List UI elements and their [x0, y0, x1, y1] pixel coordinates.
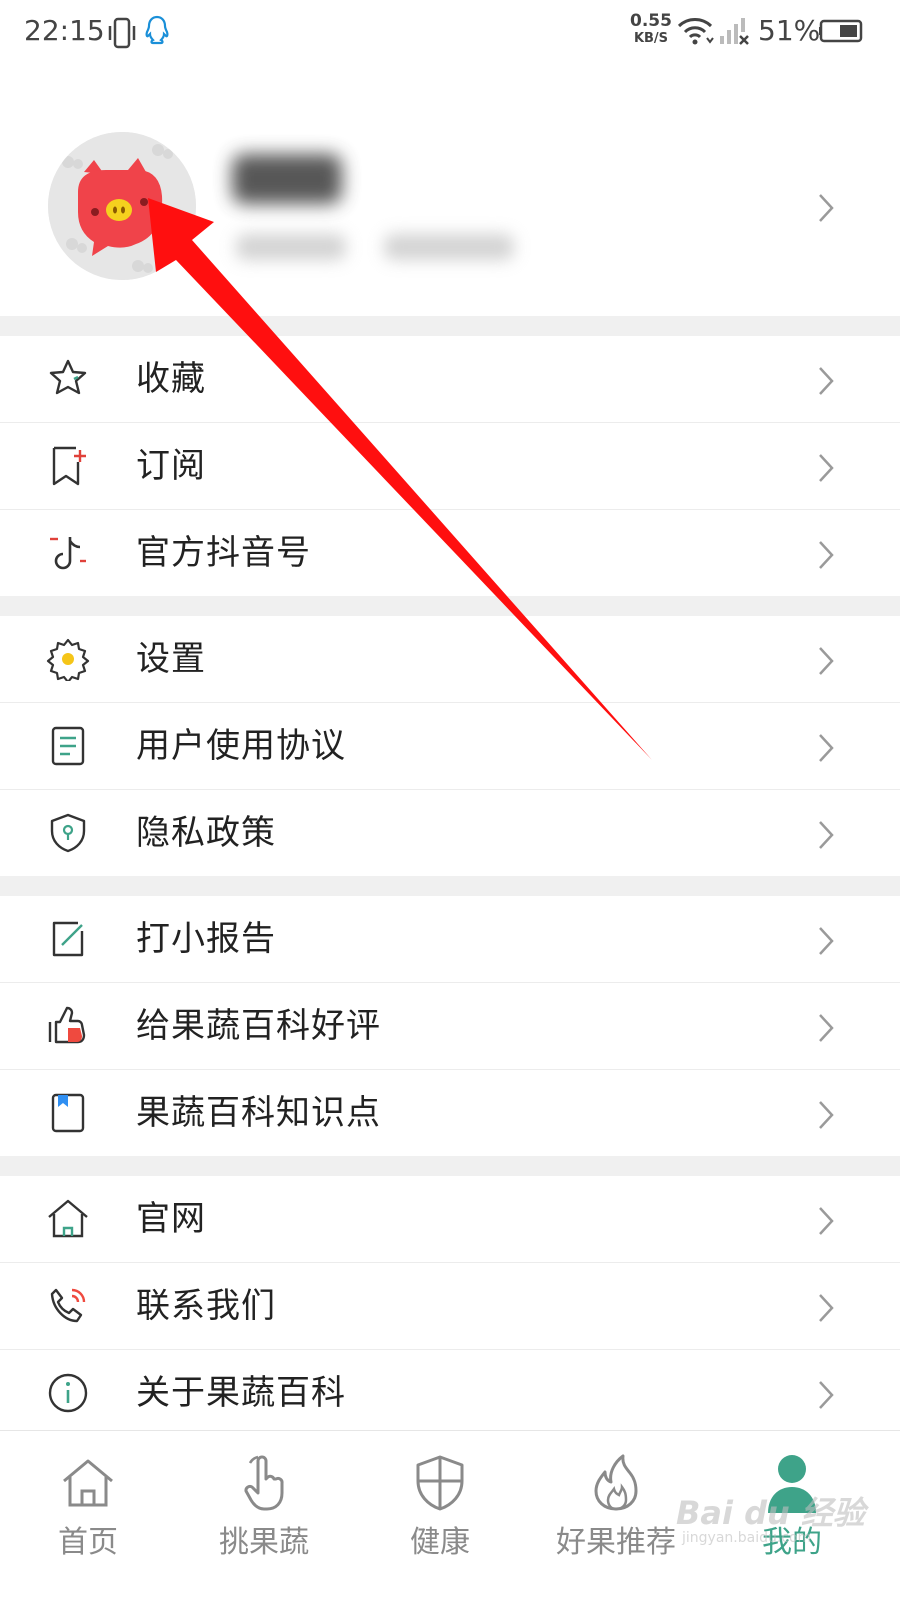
tab-recommendations[interactable]: 好果推荐: [528, 1431, 704, 1601]
bottom-tab-bar: 首页 挑果蔬 健康 好果推荐 我的: [0, 1430, 900, 1601]
chevron-right-icon: [816, 539, 836, 575]
tab-label: 健康: [410, 1525, 470, 1560]
menu-item-user-agreement[interactable]: 用户使用协议: [0, 703, 900, 790]
menu-item-label: 关于果蔬百科: [136, 1373, 346, 1413]
tab-pick-produce[interactable]: 挑果蔬: [176, 1431, 352, 1601]
group-separator: [0, 316, 900, 336]
menu-item-label: 给果蔬百科好评: [136, 1006, 381, 1046]
chevron-right-icon: [816, 365, 836, 401]
profile-header[interactable]: [0, 66, 900, 316]
douyin-icon: [46, 531, 90, 575]
tab-label: 好果推荐: [556, 1525, 676, 1560]
home-icon: [58, 1453, 118, 1513]
chevron-right-icon: [816, 645, 836, 681]
chevron-right-icon: [816, 1099, 836, 1135]
tab-label: 首页: [58, 1525, 118, 1560]
tab-mine[interactable]: 我的: [704, 1431, 880, 1601]
menu-item-privacy-policy[interactable]: 隐私政策: [0, 790, 900, 876]
wifi-icon: [676, 16, 714, 50]
menu-item-label: 设置: [136, 639, 206, 679]
hand-pointer-icon: [234, 1453, 294, 1513]
group-separator: [0, 596, 900, 616]
menu-item-label: 隐私政策: [136, 813, 276, 853]
battery-icon: [818, 19, 864, 47]
net-speed-value: 0.55: [630, 11, 672, 31]
pig-avatar-icon: [48, 132, 196, 280]
menu-item-knowledge[interactable]: 果蔬百科知识点: [0, 1070, 900, 1156]
menu-item-douyin[interactable]: 官方抖音号: [0, 510, 900, 596]
phone-icon: [46, 1284, 90, 1328]
tab-health[interactable]: 健康: [352, 1431, 528, 1601]
chevron-right-icon: [816, 1012, 836, 1048]
chevron-right-icon: [816, 452, 836, 488]
status-time: 22:15: [24, 14, 105, 47]
profile-info-blurred: [236, 234, 346, 260]
chevron-right-icon: [816, 732, 836, 768]
avatar[interactable]: [48, 132, 196, 280]
menu-item-settings[interactable]: 设置: [0, 616, 900, 703]
chevron-right-icon: [816, 1205, 836, 1241]
subscribe-icon: [46, 444, 90, 488]
home-icon: [46, 1197, 90, 1241]
shield-icon: [46, 811, 90, 855]
tab-label: 我的: [762, 1525, 822, 1560]
menu-item-label: 打小报告: [136, 919, 276, 959]
chevron-right-icon: [816, 192, 836, 228]
gear-icon: [46, 637, 90, 684]
signal-icon: [718, 16, 752, 50]
thumbs-up-icon: [46, 1004, 90, 1048]
menu-item-report[interactable]: 打小报告: [0, 896, 900, 983]
menu-item-website[interactable]: 官网: [0, 1176, 900, 1263]
menu-item-label: 联系我们: [136, 1286, 276, 1326]
chevron-right-icon: [816, 819, 836, 855]
menu-item-label: 订阅: [136, 446, 206, 486]
menu-item-subscribe[interactable]: 订阅: [0, 423, 900, 510]
menu-item-favorites[interactable]: 收藏: [0, 336, 900, 423]
menu-item-label: 果蔬百科知识点: [136, 1093, 381, 1133]
battery-percent: 51%: [758, 14, 821, 47]
vibrate-icon: [108, 16, 136, 54]
info-icon: [46, 1371, 90, 1415]
tab-label: 挑果蔬: [219, 1525, 309, 1560]
menu-item-label: 官方抖音号: [136, 533, 311, 573]
menu-item-contact-us[interactable]: 联系我们: [0, 1263, 900, 1350]
menu-item-rate-app[interactable]: 给果蔬百科好评: [0, 983, 900, 1070]
menu-item-label: 收藏: [136, 359, 206, 399]
tab-home[interactable]: 首页: [0, 1431, 176, 1601]
chevron-right-icon: [816, 1379, 836, 1415]
settings-menu: 收藏 订阅 官方抖音号 设置 用户使用协议 隐私政策 打小报告 给果蔬百科好评 …: [0, 316, 900, 1436]
chevron-right-icon: [816, 925, 836, 961]
bookmark-icon: [46, 1091, 90, 1135]
qq-icon: [144, 15, 170, 51]
group-separator: [0, 876, 900, 896]
flame-icon: [586, 1453, 646, 1513]
profile-info-blurred: [384, 234, 514, 260]
menu-item-about[interactable]: 关于果蔬百科: [0, 1350, 900, 1436]
document-icon: [46, 724, 90, 768]
profile-name-blurred: [232, 154, 342, 204]
group-separator: [0, 1156, 900, 1176]
person-icon: [762, 1453, 822, 1513]
menu-item-label: 用户使用协议: [136, 726, 346, 766]
shield-icon: [410, 1453, 470, 1513]
menu-item-label: 官网: [136, 1199, 206, 1239]
chevron-right-icon: [816, 1292, 836, 1328]
net-speed: 0.55 KB/S: [628, 13, 674, 47]
net-speed-unit: KB/S: [633, 31, 669, 46]
status-bar: 22:15 0.55 KB/S 51%: [0, 0, 900, 66]
star-icon: [46, 357, 90, 401]
edit-icon: [46, 917, 90, 961]
